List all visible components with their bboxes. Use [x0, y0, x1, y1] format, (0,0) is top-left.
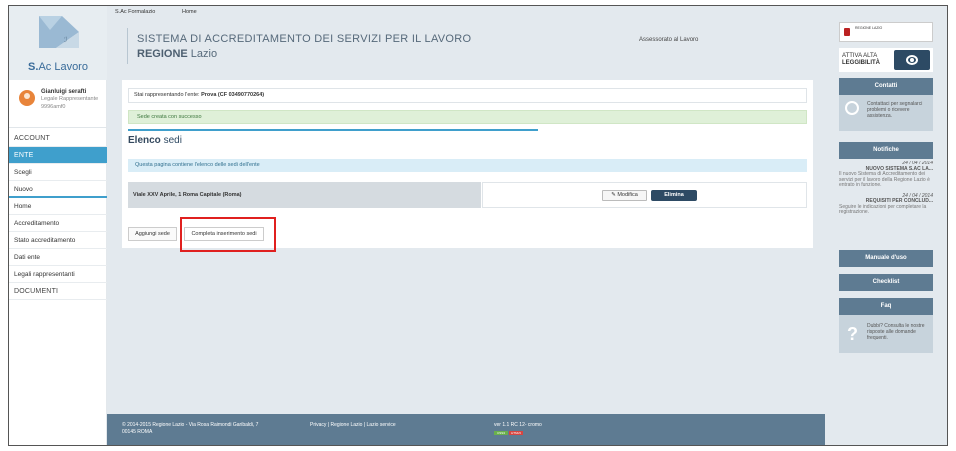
- footer-version: ver 1.1 RC 12- cromo: [494, 422, 542, 428]
- region-title: REGIONE Lazio: [137, 48, 218, 60]
- sidebar-item-nuovo[interactable]: Nuovo: [9, 181, 107, 198]
- html5-badge: HTML5: [509, 431, 523, 435]
- notifications-list: 24 / 04 / 2014 NUOVO SISTEMA S.AC LA... …: [839, 161, 933, 221]
- contacts-box[interactable]: Contattaci per segnalarci problemi o ric…: [839, 95, 933, 131]
- sidebar-item-accreditamento[interactable]: Accreditamento: [9, 215, 107, 232]
- checklist-button[interactable]: Checklist: [839, 274, 933, 291]
- top-nav: S.Ac Formalazio Home: [107, 6, 947, 18]
- brand-logo[interactable]: ℐ S.Ac Lavoro: [9, 6, 107, 80]
- page-footer: © 2014-2015 Regione Lazio - Via Rosa Rai…: [107, 414, 825, 445]
- sidebar-item-account[interactable]: ACCOUNT: [9, 130, 107, 147]
- news-text: Il nuovo Sistema di Accreditamento dei s…: [839, 171, 930, 188]
- headset-icon: [845, 101, 859, 115]
- faq-header[interactable]: Faq: [839, 298, 933, 315]
- page-header: SISTEMA DI ACCREDITAMENTO DEI SERVIZI PE…: [107, 18, 825, 80]
- eye-icon-button[interactable]: [894, 50, 930, 70]
- faq-box[interactable]: ? Dubbi? Consulta le nostre risposte all…: [839, 315, 933, 353]
- notifications-header: Notifiche: [839, 142, 933, 159]
- sidebar-nav: ACCOUNT ENTE Scegli Nuovo Home Accredita…: [9, 130, 107, 300]
- region-logo-text: REGIONE LAZIO: [855, 26, 883, 30]
- footer-address: © 2014-2015 Regione Lazio - Via Rosa Rai…: [122, 422, 259, 435]
- edit-button[interactable]: ✎ Modifica: [602, 190, 647, 201]
- question-icon: ?: [847, 324, 858, 344]
- main-area: Stai rappresentando l'ente: Prova (CF 03…: [107, 80, 825, 414]
- manual-button[interactable]: Manuale d'uso: [839, 250, 933, 267]
- avatar: [19, 90, 35, 106]
- contacts-header[interactable]: Contatti: [839, 78, 933, 95]
- delete-button[interactable]: Elimina: [651, 190, 697, 201]
- left-sidebar: ℐ S.Ac Lavoro Gianluigi serafti Legale R…: [9, 6, 107, 445]
- css3-badge: CSS3: [494, 431, 508, 435]
- assessor-label: Assessorato al Lavoro: [639, 37, 699, 43]
- user-role: Legale Rappresentante: [41, 96, 99, 102]
- faq-text: Dubbi? Consulta le nostre risposte alle …: [867, 323, 925, 341]
- info-alert: Questa pagina contiene l'elenco delle se…: [128, 159, 807, 172]
- top-nav-sacformalazio[interactable]: S.Ac Formalazio: [115, 9, 155, 15]
- entity-notice: Stai rappresentando l'ente: Prova (CF 03…: [128, 88, 807, 103]
- sidebar-item-dati-ente[interactable]: Dati ente: [9, 249, 107, 266]
- content-panel: Stai rappresentando l'ente: Prova (CF 03…: [122, 80, 813, 252]
- readability-label-line1: ATTIVA ALTA: [842, 53, 878, 59]
- sidebar-item-ente[interactable]: ENTE: [9, 147, 107, 164]
- sidebar-item-home[interactable]: Home: [9, 198, 107, 215]
- contacts-text: Contattaci per segnalarci problemi o ric…: [867, 101, 923, 119]
- top-nav-home[interactable]: Home: [182, 9, 197, 15]
- user-code: 9996amf0: [41, 104, 66, 110]
- user-name: Gianluigi serafti: [41, 89, 87, 95]
- system-title: SISTEMA DI ACCREDITAMENTO DEI SERVIZI PE…: [137, 33, 472, 45]
- success-alert: Sede creata con successo: [128, 110, 807, 124]
- sede-address: Viale XXV Aprile, 1 Roma Capitale (Roma): [128, 182, 481, 208]
- eye-icon: [906, 55, 918, 65]
- sidebar-item-documenti[interactable]: DOCUMENTI: [9, 283, 107, 300]
- news-text: Seguire le indicazioni per completare la…: [839, 203, 927, 215]
- brand-name: S.Ac Lavoro: [28, 61, 88, 73]
- readability-label-line2: LEGGIBILITÀ: [842, 60, 880, 66]
- high-readability-toggle[interactable]: ATTIVA ALTA LEGGIBILITÀ: [839, 48, 933, 72]
- footer-links[interactable]: Privacy | Regione Lazio | Lazio service: [310, 422, 396, 428]
- footer-badges: CSS3 HTML5: [494, 430, 524, 436]
- sidebar-item-legali-rappresentanti[interactable]: Legali rappresentanti: [9, 266, 107, 283]
- app-window: ℐ S.Ac Lavoro Gianluigi serafti Legale R…: [8, 5, 948, 446]
- highlight-box: [180, 217, 276, 252]
- page-title: Elenco sedi: [128, 135, 182, 146]
- add-sede-button[interactable]: Aggiungi sede: [128, 227, 177, 241]
- brand-logo-icon: ℐ: [39, 16, 79, 48]
- sede-actions: ✎ Modifica Elimina: [482, 182, 807, 208]
- sidebar-item-scegli[interactable]: Scegli: [9, 164, 107, 181]
- sidebar-item-stato-accreditamento[interactable]: Stato accreditamento: [9, 232, 107, 249]
- right-sidebar: REGIONE LAZIO ATTIVA ALTA LEGGIBILITÀ Co…: [825, 6, 947, 445]
- region-crest-icon: [844, 28, 850, 36]
- user-card: Gianluigi serafti Legale Rappresentante …: [9, 80, 107, 128]
- region-logo[interactable]: REGIONE LAZIO: [839, 22, 933, 42]
- header-divider: [127, 28, 128, 64]
- table-row: Viale XXV Aprile, 1 Roma Capitale (Roma)…: [128, 182, 807, 208]
- section-underline: [128, 129, 538, 131]
